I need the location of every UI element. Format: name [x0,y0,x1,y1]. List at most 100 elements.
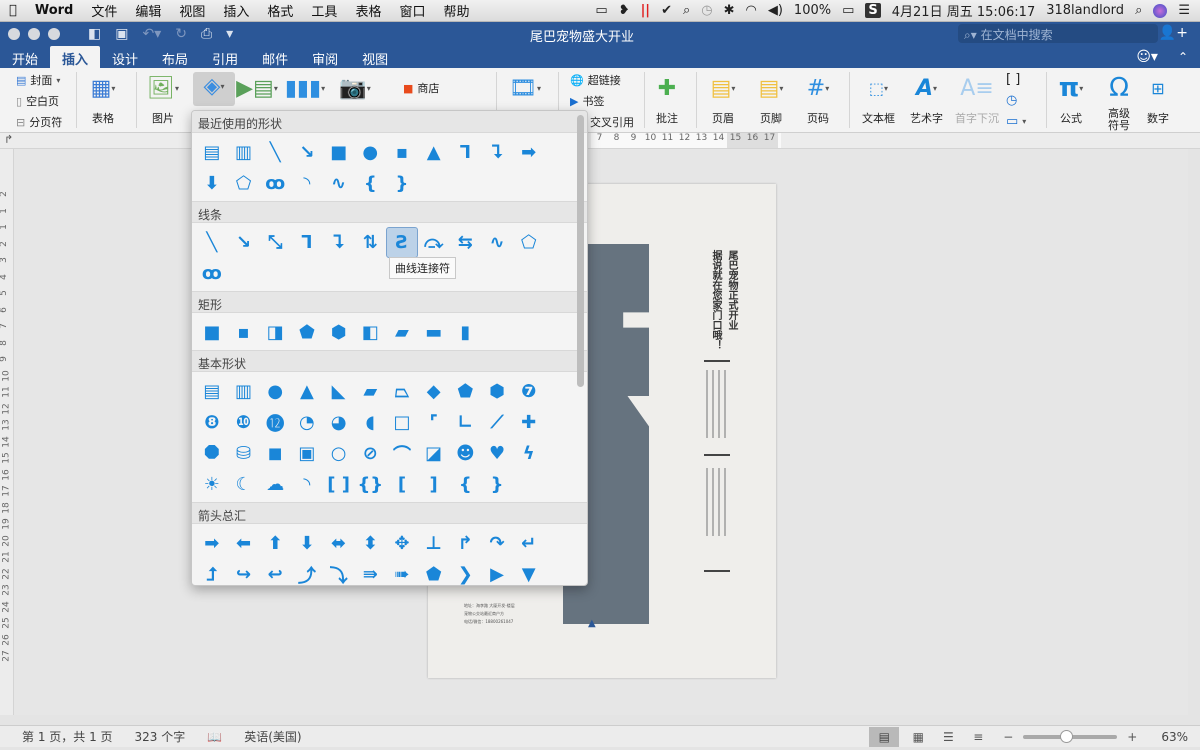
shape-上箭头-icon[interactable]: ⬆ [259,528,291,559]
page-number-button[interactable]: # ▾ 页码 [803,74,833,126]
print-icon[interactable]: ⎙ [201,26,212,42]
datetime[interactable]: 4月21日 周五 15:06:17 [892,1,1035,20]
wordart-button[interactable]: A ▾ 艺术字 [910,74,943,126]
shape-缺角矩形-icon[interactable]: ⯃ [196,438,228,469]
menu-insert[interactable]: 插入 [214,1,258,20]
feedback-smiley-icon[interactable]: ☺▾ [1128,49,1166,68]
evernote-icon[interactable]: ❥ [619,3,630,18]
share-icon[interactable]: 👤+ [1159,25,1188,41]
outline-view-button[interactable]: ☰ [937,728,959,746]
comment-button[interactable]: ✚ 批注 [652,74,682,126]
shape-弦形-icon[interactable]: ◖ [354,407,386,438]
shape-剪去同侧角-icon[interactable]: ⬟ [291,317,323,348]
hyperlink-button[interactable]: 🌐 超链接 [570,72,621,88]
close-window-button[interactable] [8,28,20,40]
shape-七边形-icon[interactable]: ❼ [513,376,545,407]
shape-斜纹-icon[interactable]: ⟋ [481,407,513,438]
tab-insert[interactable]: 插入 [50,46,101,68]
dropcap-button[interactable]: A≡ 首字下沉 [955,74,999,126]
shape-十二边形-icon[interactable]: ⓬ [259,407,291,438]
menu-table[interactable]: 表格 [346,1,390,20]
shapes-button[interactable]: ◈ ▾ [193,72,235,106]
shape-禁止符-icon[interactable]: ⊘ [354,438,386,469]
shape-空心弧-icon[interactable]: ⌒ [386,438,418,469]
object-button[interactable]: ▭ ▾ [1006,114,1026,129]
username[interactable]: 318landlord [1046,3,1124,18]
shape-V形-icon[interactable]: ❯ [450,559,482,585]
date-time-button[interactable]: ◷ [1006,93,1017,108]
shape-双大括号-icon[interactable]: {} [354,469,386,500]
menu-view[interactable]: 视图 [170,1,214,20]
shape-左大括号-icon[interactable]: { [450,469,482,500]
shape-梯形-icon[interactable]: ⏢ [386,376,418,407]
shape-肘形连接符-icon[interactable]: ᒣ [450,137,482,168]
app-menu[interactable]: Word [26,3,83,18]
shape-任意多边形-icon[interactable]: ⬠ [513,227,545,258]
notification-center-icon[interactable]: ☰ [1178,3,1190,18]
shape-等腰三角形-icon[interactable]: ▲ [291,376,323,407]
shape-直角上箭头-icon[interactable]: ↱ [450,528,482,559]
shape-八边形-icon[interactable]: ❽ [196,407,228,438]
shape-图文框-icon[interactable]: □ [386,407,418,438]
shape-圆角矩形-icon[interactable]: ▪ [386,137,418,168]
volume-icon[interactable]: ◀︎) [768,3,783,18]
language[interactable]: 英语(美国) [244,728,301,745]
time-machine-icon[interactable]: ◷ [701,3,712,18]
redo-icon[interactable]: ↻ [175,26,187,42]
textbox-button[interactable]: ⬚ ▾ 文本框 [862,74,895,126]
shape-自由曲线-icon[interactable]: ꝏ [259,168,291,199]
screenshot-button[interactable]: 📷 ▾ [339,74,370,102]
zoom-out-button[interactable]: − [997,728,1019,746]
shape-上下箭头-icon[interactable]: ⬍ [354,528,386,559]
table-button[interactable]: ▦ ▾ 表格 [88,74,118,126]
menu-file[interactable]: 文件 [82,1,126,20]
shape-下箭头标注-icon[interactable]: ▼ [513,559,545,585]
shape-燕尾形箭头-icon[interactable]: ➠ [386,559,418,585]
shape-剪去单角-icon[interactable]: ◨ [259,317,291,348]
apple-menu-icon[interactable]:  [0,3,26,18]
signature-line-button[interactable]: [ ] [1006,72,1020,87]
tab-stop-icon[interactable]: ↱ [4,133,13,146]
shape-弧形-icon[interactable]: ◝ [291,469,323,500]
shape-单圆角剪角-icon[interactable]: ◧ [354,317,386,348]
shape-右弧形箭头-icon[interactable]: ↩ [259,559,291,585]
vertical-ruler[interactable]: 2112345678910111213141516171819202122232… [0,149,14,715]
tab-home[interactable]: 开始 [0,46,50,68]
media-button[interactable]: 🎞 ▾ [509,74,541,102]
horizontal-ruler[interactable]: ↱ 7 8 9 10 11 12 13 14 15 16 17 [0,133,1200,149]
proofing-icon[interactable]: 📖 [207,730,222,744]
minimize-window-button[interactable] [28,28,40,40]
shape-直线-icon[interactable]: ╲ [259,137,291,168]
shape-虚尾箭头-icon[interactable]: ⇛ [354,559,386,585]
equation-button[interactable]: π ▾ 公式 [1056,73,1086,126]
footer-button[interactable]: ▤ ▾ 页脚 [756,74,786,126]
shape-不完整圆-icon[interactable]: ◕ [323,407,355,438]
shape-右箭头-icon[interactable]: ➡ [196,528,228,559]
shape-十边形-icon[interactable]: ❿ [228,407,260,438]
shape-太阳形-icon[interactable]: ☀ [196,469,228,500]
shape-右中括号-icon[interactable]: ] [418,469,450,500]
menu-window[interactable]: 窗口 [390,1,434,20]
shape-十字箭头-icon[interactable]: ✥ [386,528,418,559]
shape-矩形-icon[interactable]: ■ [323,137,355,168]
web-layout-view-button[interactable]: ▦ [907,728,929,746]
shape-弧形曲线-icon[interactable]: ◝ [291,168,323,199]
shape-箭头-icon[interactable]: ↘ [291,137,323,168]
tab-mailings[interactable]: 邮件 [250,46,300,68]
tab-view[interactable]: 视图 [350,46,400,68]
page-count[interactable]: 第 1 页，共 1 页 [22,728,113,745]
shape-直角三角形-icon[interactable]: ◣ [323,376,355,407]
shape-竖排文本框-icon[interactable]: ▥ [228,376,260,407]
shape-弧形箭头-icon[interactable]: ↷ [481,528,513,559]
shape-心形-icon[interactable]: ♥ [481,438,513,469]
shape-曲线连接符-icon[interactable]: Ƨ [386,227,418,258]
shape-左右箭头-icon[interactable]: ⬌ [323,528,355,559]
shape-文本框-icon[interactable]: ▤ [196,137,228,168]
shape-箭头-icon[interactable]: ↘ [228,227,260,258]
cover-page-button[interactable]: ▤ 封面 ▾ [16,72,60,88]
zoom-slider-knob[interactable] [1059,729,1073,743]
shape-单圆角-icon[interactable]: ▰ [386,317,418,348]
shape-椭圆-icon[interactable]: ● [259,376,291,407]
shape-曲线-icon[interactable]: ∿ [323,168,355,199]
tab-references[interactable]: 引用 [200,46,250,68]
